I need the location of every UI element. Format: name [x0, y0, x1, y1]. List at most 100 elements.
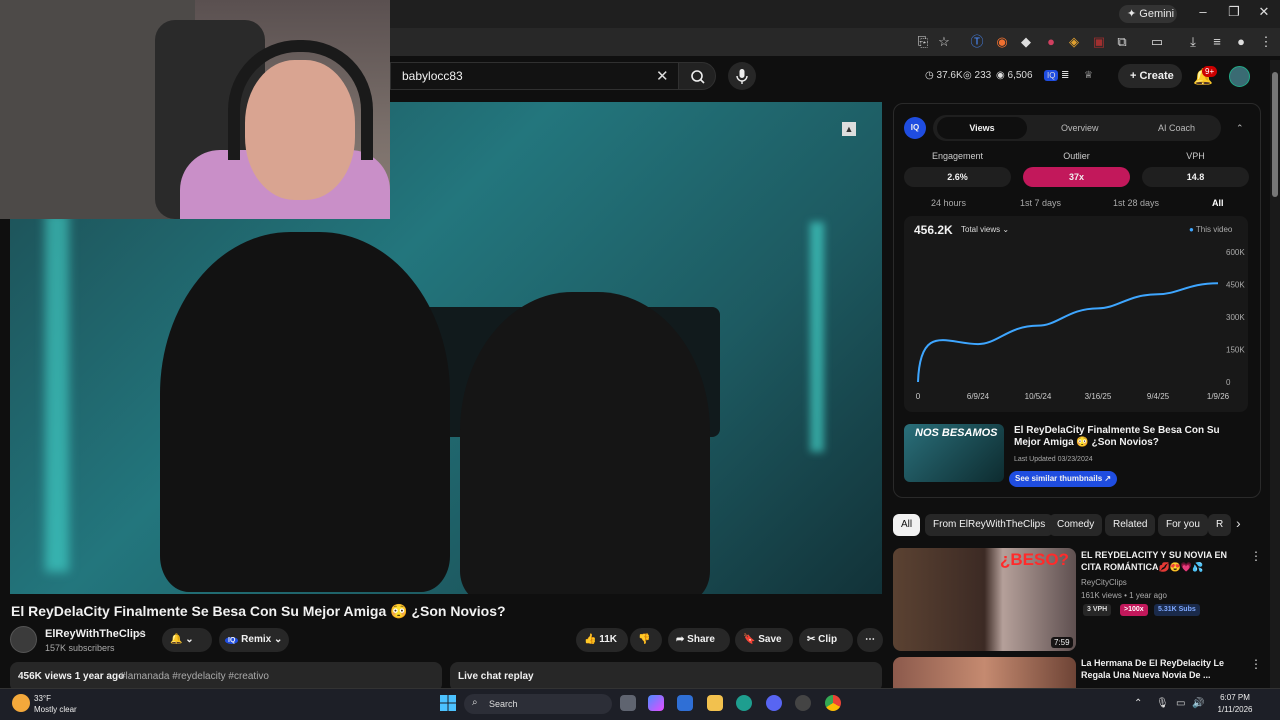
stat-count: ◉ 6,506: [996, 70, 1033, 81]
tab-views[interactable]: Views: [937, 117, 1027, 139]
split-view-icon[interactable]: ▭: [1149, 34, 1165, 50]
webcam-overlay: [0, 0, 390, 219]
chip-more[interactable]: R: [1208, 514, 1232, 536]
rec-title[interactable]: EL REYDELACITY Y SU NOVIA EN CITA ROMÁNT…: [1081, 549, 1247, 573]
media-icon[interactable]: ≡: [1209, 34, 1225, 50]
discord-icon[interactable]: [766, 695, 782, 711]
person-right: [460, 292, 710, 594]
search-button[interactable]: [678, 62, 716, 90]
install-icon[interactable]: ⎘: [915, 34, 931, 50]
mail-icon[interactable]: [677, 695, 693, 711]
menu-kebab-icon[interactable]: ⋮: [1258, 34, 1274, 50]
clip-button[interactable]: ✂ Clip: [799, 628, 853, 652]
extension-pink-icon[interactable]: ●: [1043, 34, 1059, 50]
tab-ai-coach[interactable]: AI Coach: [1158, 117, 1195, 139]
x-tick-label: 10/5/24: [1025, 392, 1052, 401]
y-tick-label: 300K: [1226, 313, 1245, 322]
clear-search-icon[interactable]: ✕: [656, 67, 669, 85]
channel-avatar[interactable]: [10, 626, 37, 653]
display-icon[interactable]: ▭: [1176, 698, 1185, 709]
extensions-puzzle-icon[interactable]: ⧉: [1114, 34, 1130, 50]
close-icon[interactable]: ✕: [1254, 4, 1274, 20]
voice-search-button[interactable]: [728, 62, 756, 90]
stat-watchers-value: 233: [974, 70, 992, 81]
tab-overview[interactable]: Overview: [1061, 117, 1099, 139]
create-button[interactable]: + Create: [1118, 64, 1182, 88]
search-input[interactable]: babylocc83: [402, 69, 463, 83]
microphone-tray-icon[interactable]: 🎙: [1156, 698, 1169, 709]
minimize-icon[interactable]: –: [1193, 4, 1213, 19]
weather-icon[interactable]: [12, 694, 30, 712]
range-24-hours[interactable]: 24 hours: [931, 198, 966, 208]
description-tags[interactable]: #lamanada #reydelacity #creativo: [120, 671, 269, 682]
gemini-button[interactable]: ✦ Gemini: [1119, 5, 1177, 23]
speaker-icon[interactable]: 🔊: [1192, 698, 1204, 709]
y-tick-label: 600K: [1226, 248, 1245, 257]
subscribed-bell-button[interactable]: 🔔 ⌄: [162, 628, 212, 652]
account-avatar[interactable]: [1229, 66, 1250, 87]
extension-shield-icon[interactable]: ◈: [1066, 34, 1082, 50]
copilot-icon[interactable]: [648, 695, 664, 711]
bell-icon: 🔔: [170, 634, 186, 645]
range-28-days[interactable]: 1st 28 days: [1113, 198, 1159, 208]
rec-more-icon[interactable]: ⋮: [1250, 549, 1262, 563]
trophy-icon[interactable]: ♕: [1084, 70, 1093, 81]
edge-icon[interactable]: [736, 695, 752, 711]
description-views: 456K views 1 year ago: [18, 671, 125, 682]
vidiq-header-icon[interactable]: IQ: [1044, 70, 1059, 81]
see-similar-thumbnails-button[interactable]: See similar thumbnails ↗: [1009, 471, 1118, 487]
total-views-dropdown[interactable]: Total views ⌄: [961, 225, 1009, 234]
y-tick-label: 450K: [1226, 281, 1245, 290]
subscriber-count: 157K subscribers: [45, 643, 115, 653]
extension-diamond-icon[interactable]: ◆: [1018, 34, 1034, 50]
rec-channel[interactable]: ReyCityClips: [1081, 578, 1127, 587]
collapse-chevron-icon[interactable]: ⌃: [1236, 117, 1244, 139]
video-overlay-icon[interactable]: ▲: [842, 122, 856, 136]
save-label: Save: [758, 634, 782, 645]
range-all[interactable]: All: [1212, 198, 1224, 208]
eye-icon: ◎: [963, 70, 975, 81]
share-button[interactable]: ➦ Share: [668, 628, 730, 652]
rec-more-icon[interactable]: ⋮: [1250, 657, 1262, 671]
remix-button[interactable]: IQ Remix ⌄: [219, 628, 289, 652]
dislike-button[interactable]: 👎: [630, 628, 662, 652]
chip-related[interactable]: Related: [1105, 514, 1156, 536]
task-view-icon[interactable]: [620, 695, 636, 711]
maximize-icon[interactable]: ❐: [1224, 4, 1244, 20]
channel-name[interactable]: ElReyWithTheClips: [45, 628, 146, 640]
chip-from-channel[interactable]: From ElReyWithTheClips: [925, 514, 1054, 536]
metric-outlier-label: Outlier: [1063, 151, 1090, 161]
file-explorer-icon[interactable]: [707, 695, 723, 711]
led-light-left: [45, 212, 69, 572]
share-icon: ➦: [676, 634, 688, 645]
more-actions-icon[interactable]: ⋯: [857, 628, 883, 652]
download-icon[interactable]: ⤓: [1185, 34, 1201, 50]
total-views-label: Total views: [961, 225, 1001, 234]
extension-tv-icon[interactable]: Ⓣ: [969, 34, 985, 50]
scrollbar-thumb[interactable]: [1272, 72, 1278, 197]
chip-all[interactable]: All: [893, 514, 921, 536]
rec-title[interactable]: La Hermana De El ReyDelacity Le Regala U…: [1081, 657, 1247, 681]
taskbar-search[interactable]: [464, 694, 612, 714]
save-button[interactable]: 🔖 Save: [735, 628, 793, 652]
chrome-icon[interactable]: [825, 695, 841, 711]
chevron-right-icon[interactable]: ›: [1236, 515, 1241, 531]
chip-for-you[interactable]: For you: [1158, 514, 1208, 536]
extension-orange-icon[interactable]: ◉: [994, 34, 1010, 50]
extension-red-icon[interactable]: ▣: [1091, 34, 1107, 50]
tray-overflow-icon[interactable]: ⌃: [1134, 698, 1142, 709]
windows-start-icon[interactable]: [440, 695, 456, 711]
profile-icon[interactable]: ●: [1233, 34, 1249, 50]
bookmark-star-icon[interactable]: ☆: [936, 34, 952, 50]
steam-icon[interactable]: [795, 695, 811, 711]
chip-comedy[interactable]: Comedy: [1049, 514, 1103, 536]
led-light-right: [810, 222, 824, 452]
video-title: El ReyDelaCity Finalmente Se Besa Con Su…: [11, 603, 506, 619]
thumbs-up-icon: 👍: [584, 634, 600, 645]
range-7-days[interactable]: 1st 7 days: [1020, 198, 1061, 208]
like-button[interactable]: 👍 11K: [576, 628, 628, 652]
series-line: [917, 282, 1219, 383]
metric-engagement-value: 2.6%: [904, 167, 1011, 187]
total-views-value: 456.2K: [914, 223, 953, 237]
list-icon[interactable]: ≣: [1061, 70, 1069, 81]
